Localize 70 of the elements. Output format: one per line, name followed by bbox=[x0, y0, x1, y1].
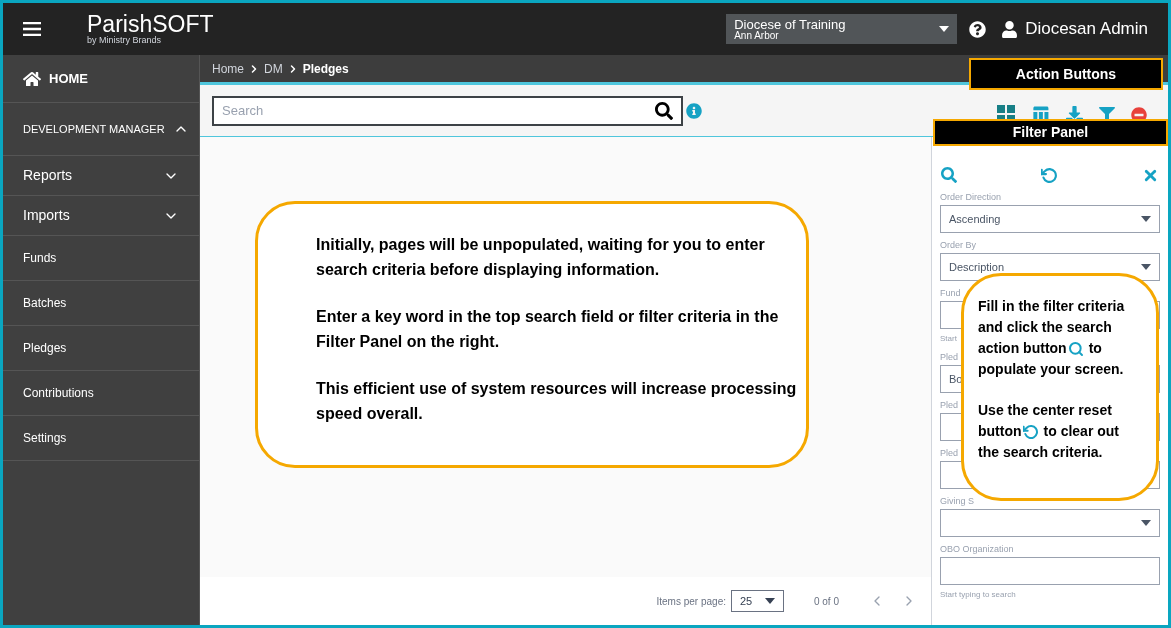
sidebar-item[interactable]: Settings bbox=[3, 416, 199, 461]
sidebar-item[interactable]: Batches bbox=[3, 281, 199, 326]
items-per-page-label: Items per page: bbox=[656, 594, 726, 609]
sidebar-item[interactable]: Pledges bbox=[3, 326, 199, 371]
search-icon[interactable] bbox=[655, 101, 673, 120]
user-icon bbox=[1002, 20, 1018, 38]
field-label: Order Direction bbox=[940, 191, 1002, 203]
callout-text: to bbox=[1088, 339, 1102, 358]
organization-name: Diocese of Training bbox=[734, 17, 846, 31]
reset-icon[interactable] bbox=[1041, 166, 1058, 184]
home-label: HOME bbox=[49, 69, 88, 88]
select-field[interactable] bbox=[940, 509, 1160, 537]
sidebar-item[interactable]: DEVELOPMENT MANAGER bbox=[3, 103, 199, 156]
callout-text: Initially, pages will be unpopulated, waiting for you to enter search criteria before displaying information. bbox=[316, 235, 766, 280]
sidebar-item-label: Reports bbox=[23, 166, 73, 185]
field-label: OBO Organization bbox=[940, 543, 1014, 555]
sidebar-item-label: DEVELOPMENT MANAGER bbox=[23, 121, 165, 137]
annotation-label: Filter Panel bbox=[933, 119, 1168, 146]
field-label: Pled bbox=[940, 399, 958, 411]
page-size-select[interactable]: 25 bbox=[730, 590, 784, 612]
select-field[interactable]: Ascending bbox=[940, 205, 1160, 233]
field-label: Giving S bbox=[940, 495, 974, 507]
breadcrumb-item[interactable]: Home bbox=[212, 59, 244, 78]
callout-text: This efficient use of system resources will increase processing speed overall. bbox=[316, 379, 798, 424]
page-size-value: 25 bbox=[739, 593, 753, 609]
dropdown-caret-icon bbox=[1141, 520, 1151, 526]
search-icon bbox=[1067, 340, 1084, 357]
callout-text: Enter a key word in the top search field or filter criteria in the Filter Panel on the right. bbox=[316, 307, 780, 352]
sidebar-item[interactable]: Reports bbox=[3, 156, 199, 196]
organization-location: Ann Arbor bbox=[734, 30, 780, 41]
callout-text: button bbox=[978, 422, 1022, 441]
field-label: Fund bbox=[940, 287, 961, 299]
sidebar-item[interactable]: Contributions bbox=[3, 371, 199, 416]
dropdown-caret-icon bbox=[939, 26, 950, 32]
dropdown-caret-icon bbox=[1141, 264, 1151, 270]
callout-text: Fill in the filter criteria bbox=[978, 297, 1125, 316]
sidebar-item[interactable]: Imports bbox=[3, 196, 199, 236]
organization-select[interactable]: Diocese of Training Ann Arbor bbox=[726, 14, 958, 44]
input-field[interactable] bbox=[940, 557, 1160, 585]
breadcrumb-item[interactable]: DM bbox=[264, 59, 283, 78]
callout-text: the search criteria. bbox=[978, 443, 1103, 462]
user-name[interactable]: Diocesan Admin bbox=[1025, 16, 1148, 42]
sidebar-item-label: Imports bbox=[23, 206, 70, 225]
logo-tagline: by Ministry Brands bbox=[87, 36, 163, 45]
page-range: 0 of 0 bbox=[813, 594, 839, 609]
field-label: Pled bbox=[940, 447, 958, 459]
reset-icon bbox=[1022, 423, 1039, 440]
search-placeholder: Search bbox=[222, 101, 264, 120]
info-icon[interactable] bbox=[686, 102, 702, 119]
field-hint: Start bbox=[940, 333, 957, 345]
help-icon[interactable] bbox=[969, 20, 987, 38]
annotation-label: Action Buttons bbox=[969, 58, 1163, 90]
menu-icon[interactable] bbox=[23, 22, 41, 36]
home-icon bbox=[23, 69, 41, 88]
dropdown-caret-icon bbox=[764, 598, 775, 604]
callout-text: action button bbox=[978, 339, 1067, 358]
sidebar-item[interactable]: HOME bbox=[3, 55, 199, 103]
callout-text: and click the search bbox=[978, 318, 1112, 337]
logo-text: ParishSOFT bbox=[87, 13, 214, 36]
field-label: Order By bbox=[940, 239, 976, 251]
field-value: Ascending bbox=[949, 211, 1001, 227]
callout-text: Use the center reset bbox=[978, 401, 1112, 420]
field-hint: Start typing to search bbox=[940, 589, 1016, 601]
callout-text: to clear out bbox=[1043, 422, 1119, 441]
dropdown-caret-icon bbox=[1141, 216, 1151, 222]
field-label: Pled bbox=[940, 351, 958, 363]
field-value: Description bbox=[949, 259, 1005, 275]
sidebar-item[interactable]: Funds bbox=[3, 236, 199, 281]
callout-text: populate your screen. bbox=[978, 360, 1124, 379]
breadcrumb-item: Pledges bbox=[302, 60, 349, 78]
